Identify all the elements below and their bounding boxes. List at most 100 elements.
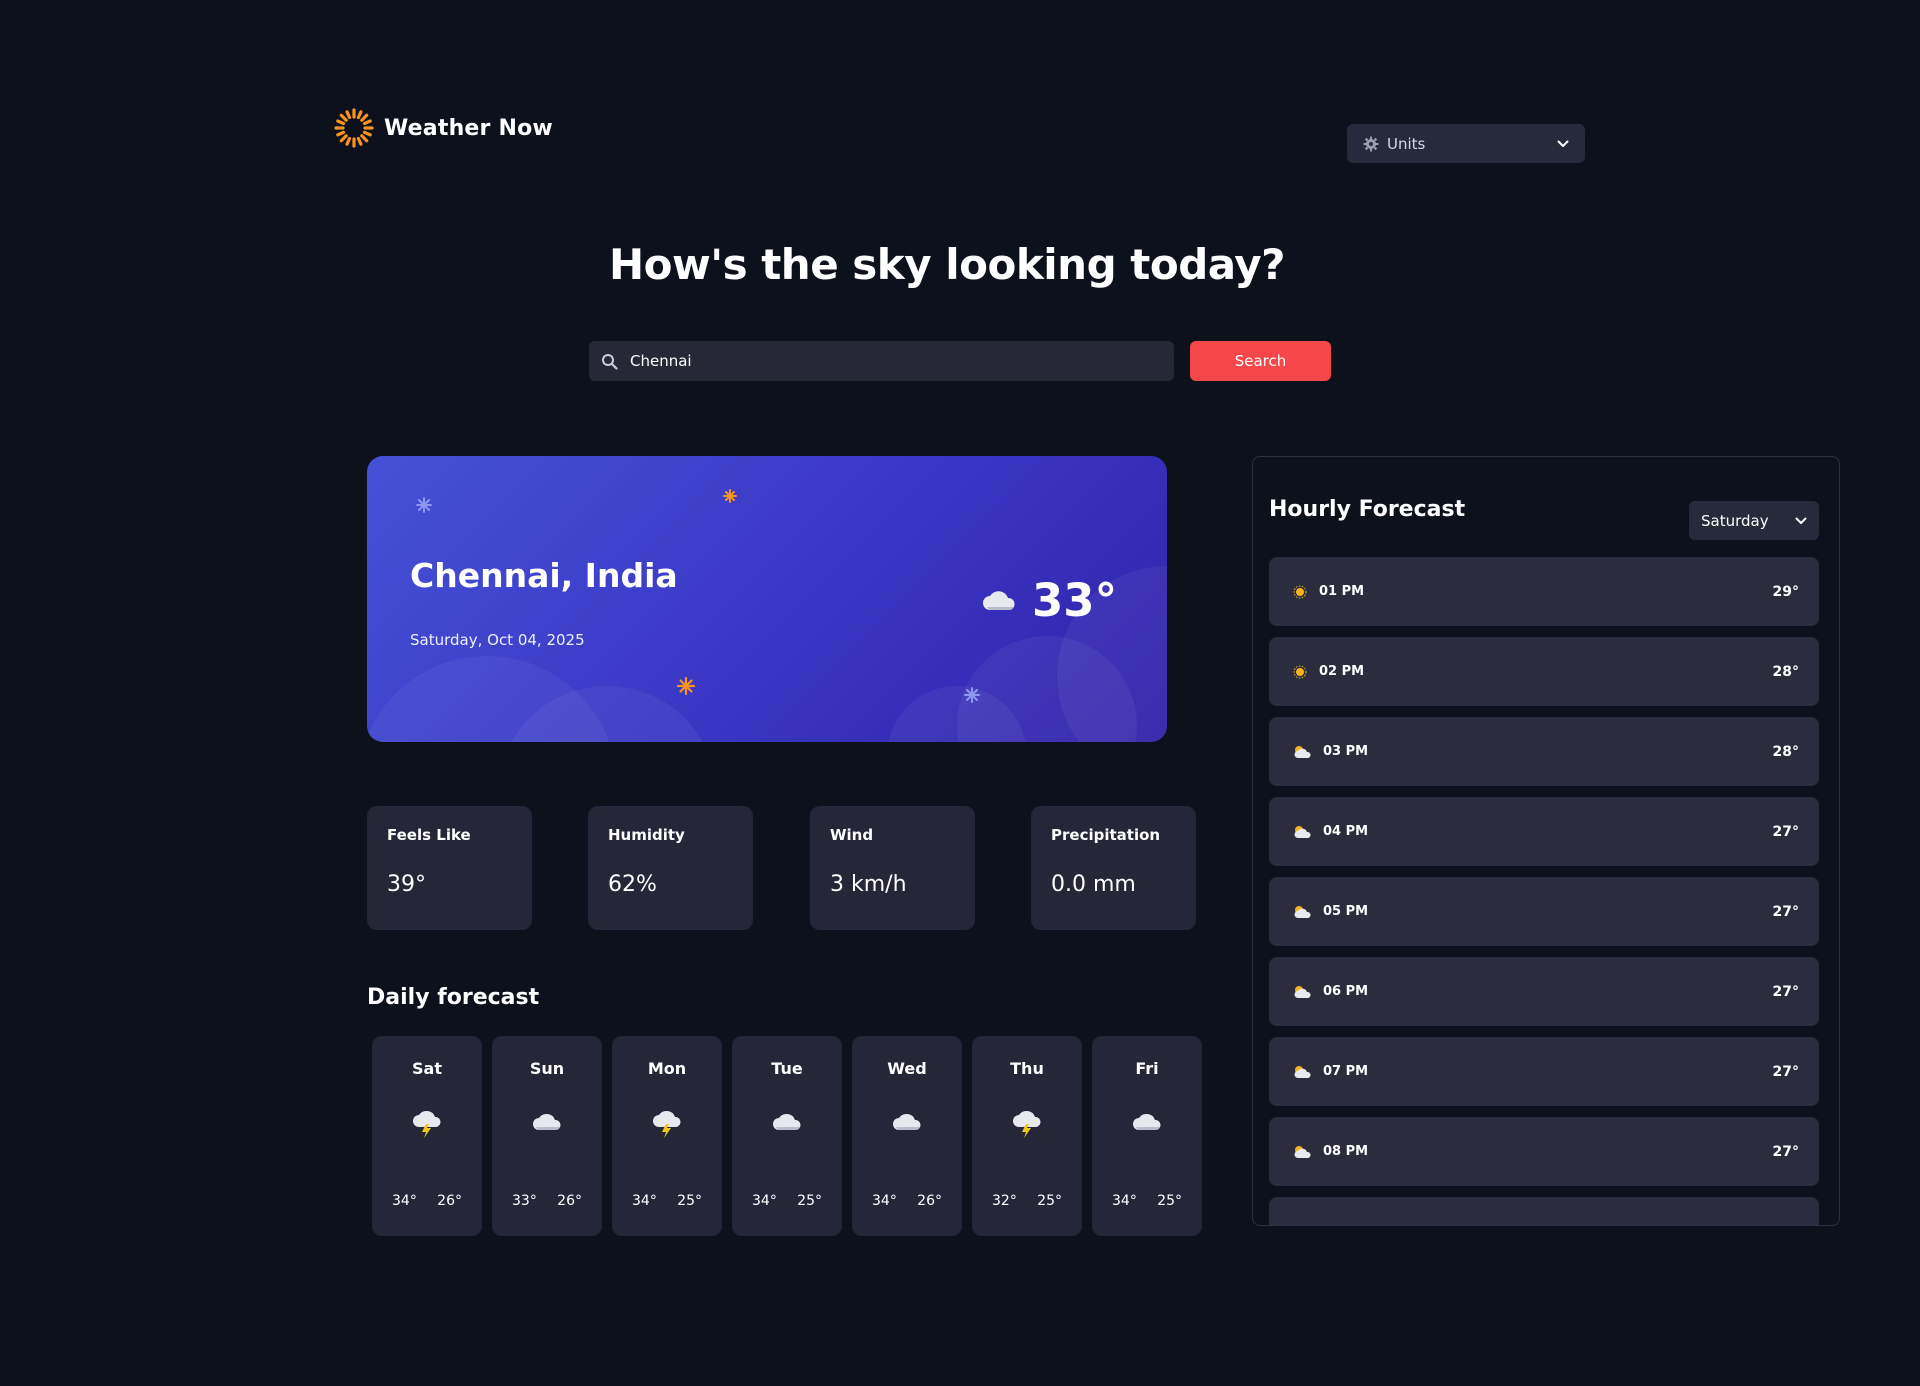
- hourly-forecast-panel[interactable]: Hourly Forecast Saturday 01 PM 29° 02 PM…: [1252, 456, 1840, 1226]
- search-field[interactable]: [589, 341, 1174, 381]
- stat-humidity: Humidity 62%: [588, 806, 753, 930]
- search-input[interactable]: [628, 351, 1162, 371]
- sun-icon: [1293, 665, 1307, 678]
- hour-temp: 29°: [1772, 583, 1799, 600]
- day-high: 34°: [632, 1193, 657, 1209]
- hour-time: 07 PM: [1323, 1064, 1369, 1079]
- daily-card-thu[interactable]: Thu 32° 25°: [972, 1036, 1082, 1236]
- sun-icon: [1293, 585, 1307, 598]
- day-high: 32°: [992, 1193, 1017, 1209]
- storm-icon: [653, 1110, 681, 1138]
- partly-cloudy-icon: [1294, 905, 1311, 918]
- selected-day: Saturday: [1701, 511, 1769, 530]
- partly-cloudy-icon: [1294, 985, 1311, 998]
- stat-label: Feels Like: [387, 826, 471, 844]
- cloud-icon: [1133, 1113, 1161, 1130]
- sun-icon: [334, 108, 374, 148]
- day-high: 34°: [392, 1193, 417, 1209]
- day-low: 25°: [797, 1193, 822, 1209]
- day-name: Sat: [412, 1059, 442, 1078]
- stat-label: Precipitation: [1051, 826, 1161, 844]
- day-low: 26°: [557, 1193, 582, 1209]
- daily-card-sun[interactable]: Sun 33° 26°: [492, 1036, 602, 1236]
- cloud-icon: [773, 1113, 801, 1130]
- search-icon: [602, 353, 618, 370]
- sparkle-icon: [416, 497, 432, 513]
- search-button[interactable]: Search: [1190, 341, 1331, 381]
- chevron-down-icon: [1795, 517, 1807, 524]
- location-name: Chennai, India: [410, 556, 678, 595]
- sparkle-icon: [723, 489, 737, 503]
- day-low: 25°: [1037, 1193, 1062, 1209]
- sparkle-icon: [677, 677, 695, 695]
- hourly-row: 01 PM 29°: [1269, 557, 1819, 626]
- hour-temp: 28°: [1772, 663, 1799, 680]
- daily-card-tue[interactable]: Tue 34° 25°: [732, 1036, 842, 1236]
- stat-value: 3 km/h: [830, 872, 907, 897]
- partly-cloudy-icon: [1294, 1065, 1311, 1078]
- cloud-icon: [983, 591, 1015, 610]
- partly-cloudy-icon: [1294, 745, 1311, 758]
- stat-feels-like: Feels Like 39°: [367, 806, 532, 930]
- gear-icon: [1363, 136, 1379, 151]
- daily-forecast-title: Daily forecast: [367, 985, 540, 1010]
- day-low: 25°: [677, 1193, 702, 1209]
- current-temperature: 33°: [1032, 574, 1118, 627]
- hourly-row-partial: [1269, 1197, 1819, 1225]
- cloud-icon: [893, 1113, 921, 1130]
- daily-card-sat[interactable]: Sat 34° 26°: [372, 1036, 482, 1236]
- hour-temp: 28°: [1772, 743, 1799, 760]
- hour-temp: 27°: [1772, 983, 1799, 1000]
- stat-label: Humidity: [608, 826, 685, 844]
- stat-value: 0.0 mm: [1051, 872, 1136, 897]
- hour-time: 01 PM: [1319, 584, 1365, 599]
- hour-time: 03 PM: [1323, 744, 1369, 759]
- hourly-forecast-title: Hourly Forecast: [1269, 497, 1466, 522]
- hour-temp: 27°: [1772, 1063, 1799, 1080]
- hour-time: 08 PM: [1323, 1144, 1369, 1159]
- cloud-icon: [533, 1113, 561, 1130]
- day-name: Thu: [1010, 1059, 1044, 1078]
- partly-cloudy-icon: [1294, 1145, 1311, 1158]
- partly-cloudy-icon: [1294, 825, 1311, 838]
- day-name: Wed: [887, 1059, 927, 1078]
- current-weather-card: Chennai, India Saturday, Oct 04, 2025 33…: [367, 456, 1167, 742]
- hourly-row: 07 PM 27°: [1269, 1037, 1819, 1106]
- stat-label: Wind: [830, 826, 874, 844]
- day-name: Mon: [647, 1059, 687, 1078]
- sparkle-icon: [964, 687, 980, 703]
- hour-time: 04 PM: [1323, 824, 1369, 839]
- units-dropdown[interactable]: Units: [1347, 124, 1585, 163]
- app-title: Weather Now: [384, 115, 553, 141]
- day-name: Fri: [1135, 1059, 1159, 1078]
- page-headline: How's the sky looking today?: [608, 240, 1286, 289]
- chevron-down-icon: [1557, 140, 1569, 147]
- daily-card-mon[interactable]: Mon 34° 25°: [612, 1036, 722, 1236]
- hourly-row: 08 PM 27°: [1269, 1117, 1819, 1186]
- day-name: Tue: [771, 1059, 803, 1078]
- day-high: 34°: [872, 1193, 897, 1209]
- hour-time: 02 PM: [1319, 664, 1365, 679]
- day-high: 34°: [752, 1193, 777, 1209]
- units-label: Units: [1387, 134, 1426, 153]
- app-logo[interactable]: Weather Now: [334, 108, 553, 148]
- hourly-row: 04 PM 27°: [1269, 797, 1819, 866]
- day-name: Sun: [529, 1059, 565, 1078]
- day-low: 25°: [1157, 1193, 1182, 1209]
- storm-icon: [413, 1110, 441, 1138]
- hour-temp: 27°: [1772, 903, 1799, 920]
- daily-card-wed[interactable]: Wed 34° 26°: [852, 1036, 962, 1236]
- daily-card-fri[interactable]: Fri 34° 25°: [1092, 1036, 1202, 1236]
- day-select-dropdown[interactable]: Saturday: [1689, 501, 1819, 540]
- stat-value: 39°: [387, 872, 426, 897]
- hourly-row: 03 PM 28°: [1269, 717, 1819, 786]
- day-high: 34°: [1112, 1193, 1137, 1209]
- current-date: Saturday, Oct 04, 2025: [410, 631, 585, 649]
- stat-value: 62%: [608, 872, 657, 897]
- stat-wind: Wind 3 km/h: [810, 806, 975, 930]
- hourly-row: 06 PM 27°: [1269, 957, 1819, 1026]
- hourly-row: 02 PM 28°: [1269, 637, 1819, 706]
- hour-temp: 27°: [1772, 1143, 1799, 1160]
- storm-icon: [1013, 1110, 1041, 1138]
- day-low: 26°: [917, 1193, 942, 1209]
